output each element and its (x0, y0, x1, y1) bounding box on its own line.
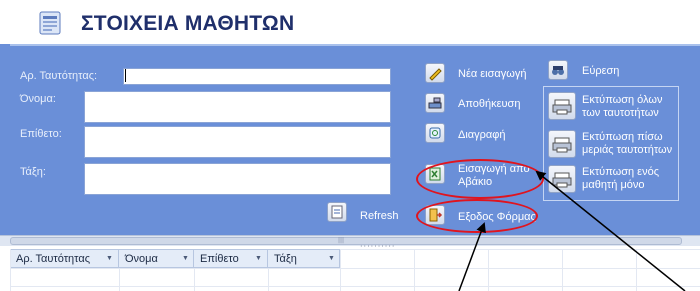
arrow-to-exit (458, 222, 486, 291)
arrow-to-import (535, 170, 686, 291)
annotation-arrows (458, 170, 686, 291)
